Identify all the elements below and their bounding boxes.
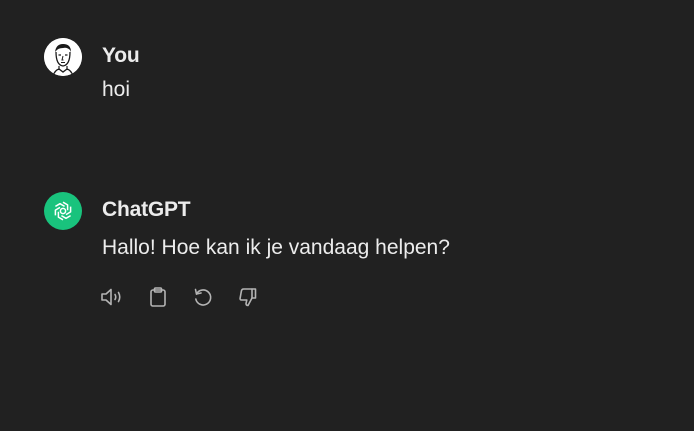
regenerate-button[interactable] — [189, 283, 217, 311]
assistant-message-text: Hallo! Hoe kan ik je vandaag helpen? — [102, 236, 450, 259]
user-message-text: hoi — [102, 78, 131, 101]
speaker-icon — [101, 288, 121, 306]
user-avatar — [44, 38, 82, 76]
chatgpt-avatar — [44, 192, 82, 230]
assistant-message: ChatGPT Hallo! Hoe kan ik je vandaag hel… — [44, 192, 450, 311]
read-aloud-button[interactable] — [99, 283, 127, 311]
copy-button[interactable] — [144, 283, 172, 311]
clipboard-icon — [150, 287, 166, 307]
thumbs-down-button[interactable] — [234, 283, 262, 311]
thumbs-down-icon — [239, 288, 257, 307]
regenerate-icon — [194, 288, 212, 306]
user-author-name: You — [102, 44, 140, 67]
user-message: You hoi — [44, 38, 140, 103]
chat-thread: You hoi ChatGPT Hallo! Hoe kan ik je van… — [0, 0, 694, 431]
user-message-content: You hoi — [102, 38, 140, 103]
openai-logo-icon — [54, 201, 72, 221]
assistant-author-name: ChatGPT — [102, 198, 191, 221]
assistant-message-content: ChatGPT Hallo! Hoe kan ik je vandaag hel… — [99, 192, 450, 311]
user-portrait-icon — [44, 38, 82, 76]
message-actions — [99, 283, 450, 311]
